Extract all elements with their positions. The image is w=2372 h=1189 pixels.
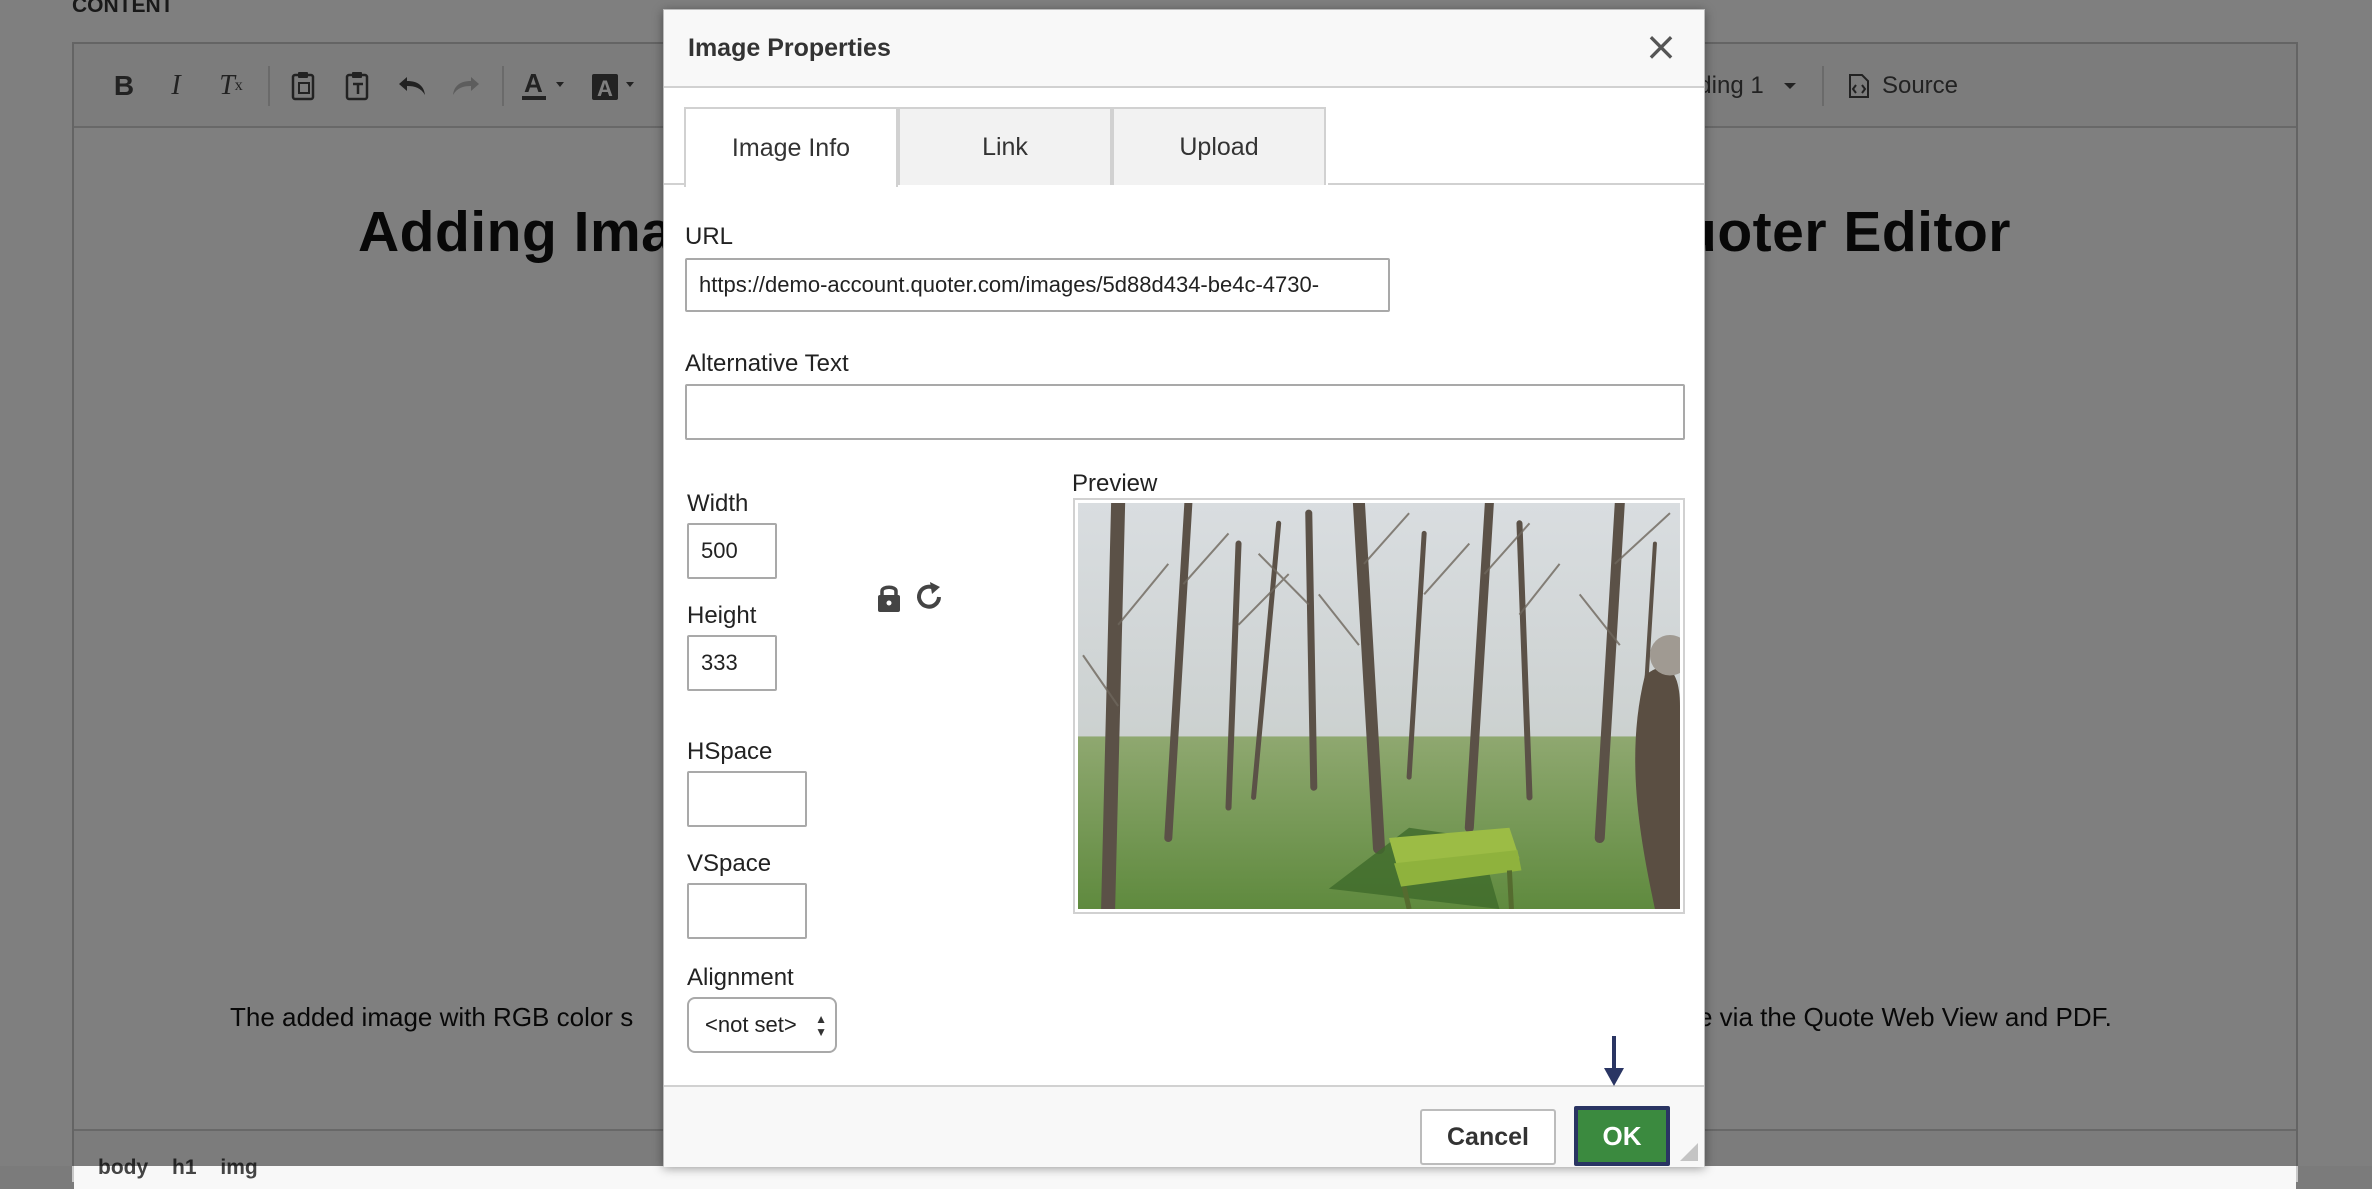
alignment-label: Alignment [687, 964, 794, 991]
preview-park-image [1078, 503, 1680, 909]
select-arrows-icon: ▲ ▼ [815, 1012, 827, 1039]
ok-button[interactable]: OK [1574, 1106, 1670, 1166]
height-input[interactable]: 333 [687, 635, 777, 691]
image-preview [1073, 498, 1685, 914]
hspace-input[interactable] [687, 771, 807, 827]
dialog-title: Image Properties [688, 34, 891, 62]
cancel-button[interactable]: Cancel [1420, 1109, 1556, 1165]
reset-size-icon[interactable] [912, 580, 946, 614]
dialog-title-bar[interactable]: Image Properties × [664, 10, 1704, 88]
down-arrow-annotation-icon [1604, 1036, 1624, 1086]
url-input[interactable]: https://demo-account.quoter.com/images/5… [685, 258, 1390, 312]
close-icon[interactable]: × [1642, 27, 1680, 67]
image-properties-dialog: Image Properties × Image Info Link Uploa… [663, 9, 1705, 1167]
width-input[interactable]: 500 [687, 523, 777, 579]
alignment-value: <not set> [705, 1012, 797, 1037]
url-label: URL [685, 223, 734, 250]
height-label: Height [687, 602, 757, 629]
tab-image-info[interactable]: Image Info [684, 107, 898, 187]
alt-text-label: Alternative Text [685, 350, 849, 377]
preview-label: Preview [1072, 470, 1158, 497]
hspace-label: HSpace [687, 738, 773, 765]
tab-link[interactable]: Link [898, 107, 1112, 185]
vspace-label: VSpace [687, 850, 772, 877]
alt-text-input[interactable] [685, 384, 1685, 440]
alignment-select[interactable]: <not set> ▲ ▼ [687, 997, 837, 1053]
vspace-input[interactable] [687, 883, 807, 939]
dialog-footer: Cancel OK [664, 1085, 1704, 1167]
tab-upload[interactable]: Upload [1112, 107, 1326, 185]
lock-ratio-icon[interactable] [875, 582, 903, 614]
width-label: Width [687, 490, 749, 517]
resize-handle-icon[interactable] [1680, 1143, 1698, 1161]
